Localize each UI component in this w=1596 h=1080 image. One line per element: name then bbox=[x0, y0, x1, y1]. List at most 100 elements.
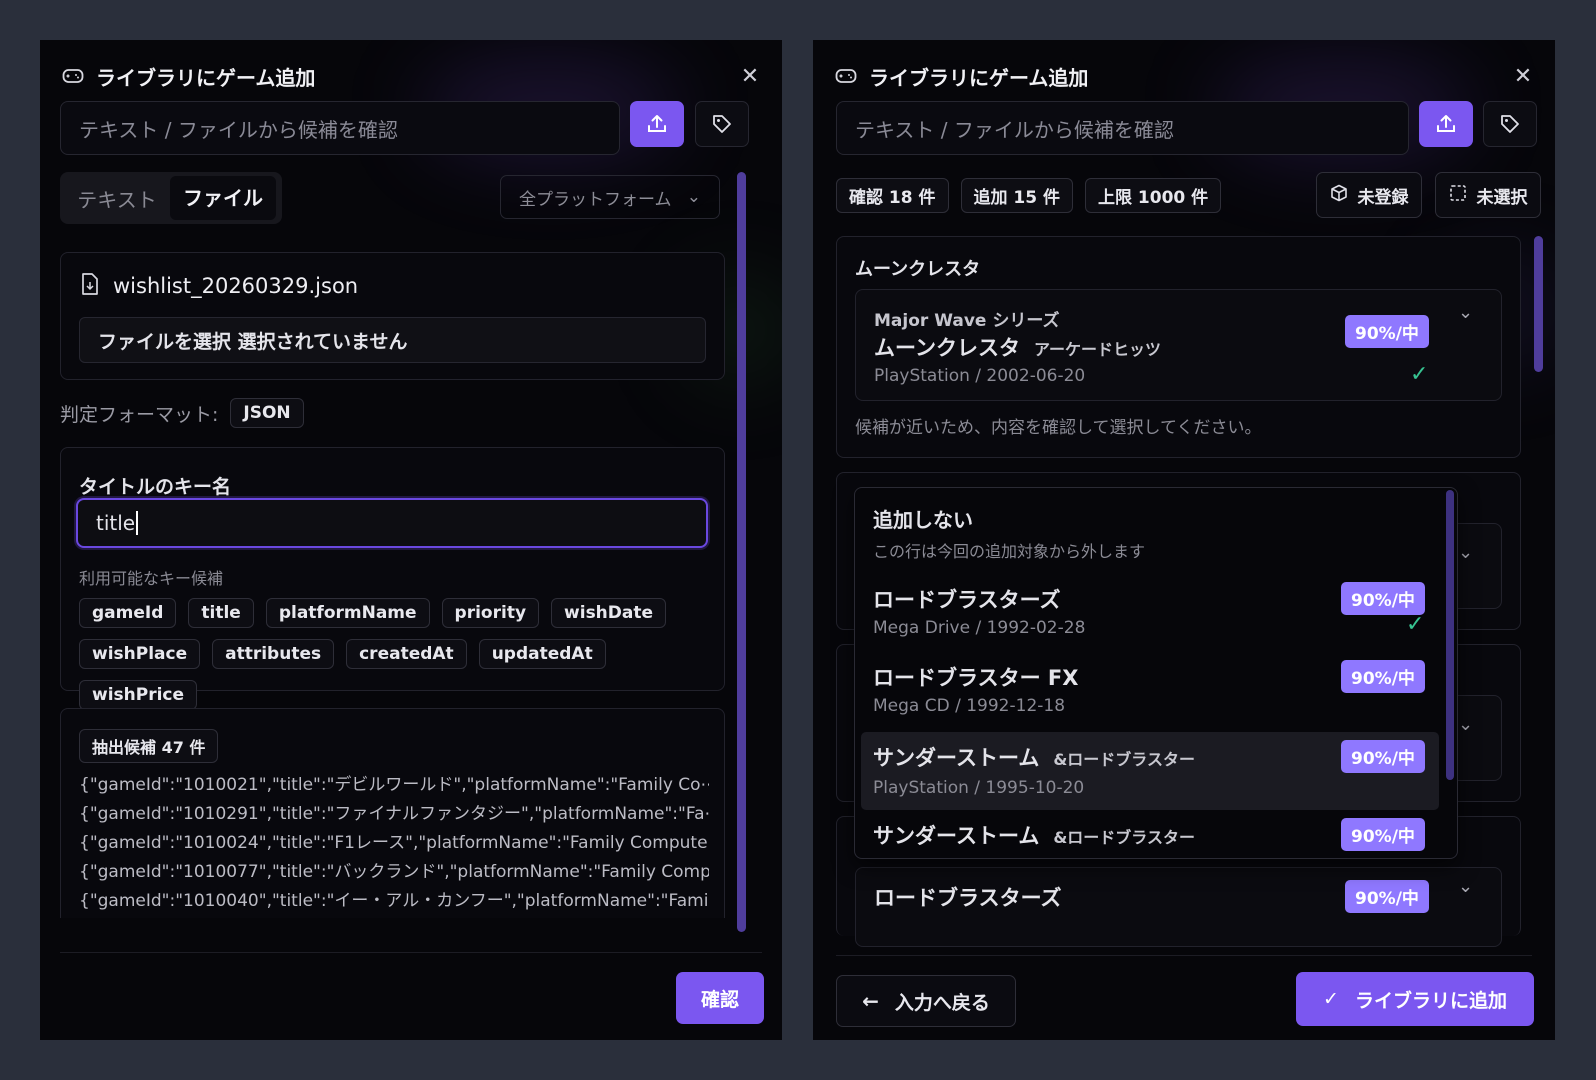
back-button-label: 入力へ戻る bbox=[894, 991, 990, 1014]
add-button-label: ライブラリに追加 bbox=[1354, 989, 1507, 1012]
option-name: ロードブラスターズ bbox=[873, 588, 1061, 612]
confidence-badge: 90%/中 bbox=[1341, 660, 1425, 693]
dropdown-option-highlighted[interactable]: サンダーストーム &ロードブラスター PlayStation / 1995-10… bbox=[861, 732, 1439, 810]
divider bbox=[836, 955, 1532, 956]
option-meta: Mega Drive / 1992-02-28 bbox=[873, 618, 1086, 638]
group-note: 候補が近いため、内容を確認して選択してください。 bbox=[855, 418, 1262, 438]
search-input[interactable]: テキスト / ファイルから候補を確認 bbox=[836, 101, 1409, 155]
confidence-badge: 90%/中 bbox=[1345, 880, 1429, 913]
key-chip[interactable]: attributes bbox=[212, 639, 335, 669]
file-icon bbox=[81, 273, 99, 299]
candidate-meta: PlayStation / 2002-06-20 bbox=[874, 366, 1086, 386]
gamepad-icon bbox=[62, 67, 84, 85]
dialog-title: ライブラリにゲーム追加 bbox=[869, 65, 1089, 90]
close-icon[interactable]: ✕ bbox=[1509, 64, 1537, 89]
chevron-down-icon: ⌄ bbox=[686, 187, 701, 207]
dropdown-option[interactable]: ロードブラスターズ Mega Drive / 1992-02-28 90%/中 … bbox=[861, 576, 1439, 654]
key-chip[interactable]: platformName bbox=[265, 598, 430, 628]
dialog-header: ライブラリにゲーム追加 ✕ bbox=[835, 58, 1537, 94]
search-input[interactable]: テキスト / ファイルから候補を確認 bbox=[60, 101, 620, 155]
dropdown-option[interactable]: ロードブラスター FX Mega CD / 1992-12-18 90%/中 bbox=[861, 654, 1439, 732]
add-game-dialog-left: ライブラリにゲーム追加 ✕ テキスト / ファイルから候補を確認 テキスト ファ… bbox=[40, 40, 782, 1040]
add-to-library-button[interactable]: ✓ ライブラリに追加 bbox=[1296, 972, 1534, 1026]
format-badge: JSON bbox=[230, 398, 304, 428]
filter-unregistered-label: 未登録 bbox=[1357, 187, 1409, 208]
candidate-name: ムーンクレスタ bbox=[874, 336, 1020, 360]
chevron-down-icon[interactable]: ⌄ bbox=[1458, 302, 1473, 323]
key-chip[interactable]: priority bbox=[441, 598, 540, 628]
key-chip[interactable]: title bbox=[188, 598, 254, 628]
dropdown-option-none[interactable]: 追加しない この行は今回の追加対象から外します bbox=[855, 488, 1445, 578]
chevron-down-icon[interactable]: ⌄ bbox=[1458, 714, 1473, 735]
tag-button[interactable] bbox=[695, 101, 749, 147]
option-subtitle: &ロードブラスター bbox=[1053, 828, 1195, 847]
file-input[interactable]: ファイルを選択 選択されていません bbox=[79, 317, 706, 363]
tab-file[interactable]: ファイル bbox=[170, 176, 276, 220]
confidence-badge: 90%/中 bbox=[1341, 818, 1425, 851]
key-label: タイトルのキー名 bbox=[79, 476, 232, 498]
format-row: 判定フォーマット: JSON bbox=[60, 398, 304, 428]
filter-unselected-button[interactable]: 未選択 bbox=[1435, 172, 1541, 218]
filter-unregistered-button[interactable]: 未登録 bbox=[1316, 172, 1422, 218]
platform-select[interactable]: 全プラットフォーム ⌄ bbox=[500, 175, 720, 219]
option-name: サンダーストーム bbox=[873, 824, 1040, 848]
key-chip[interactable]: createdAt bbox=[346, 639, 467, 669]
extract-card: 抽出候補 47 件 {"gameId":"1010021","title":"デ… bbox=[60, 708, 725, 918]
key-chip[interactable]: updatedAt bbox=[478, 639, 606, 669]
chevron-down-icon[interactable]: ⌄ bbox=[1458, 876, 1473, 897]
group-heading: ムーンクレスタ bbox=[855, 259, 981, 280]
extract-count-badge: 抽出候補 47 件 bbox=[79, 729, 219, 763]
dropdown-option[interactable]: サンダーストーム &ロードブラスター 90%/中 bbox=[861, 810, 1439, 858]
format-label: 判定フォーマット: bbox=[60, 403, 219, 426]
upload-icon bbox=[648, 115, 666, 132]
option-none-desc: この行は今回の追加対象から外します bbox=[873, 542, 1146, 561]
candidate-group: ムーンクレスタ Major Wave シリーズ ムーンクレスタ アーケードヒッツ… bbox=[836, 236, 1521, 458]
dialog-title: ライブラリにゲーム追加 bbox=[96, 65, 316, 90]
option-subtitle: &ロードブラスター bbox=[1053, 750, 1195, 769]
platform-select-value: 全プラットフォーム bbox=[519, 189, 672, 210]
confidence-badge: 90%/中 bbox=[1341, 582, 1425, 615]
confirm-button[interactable]: 確認 bbox=[676, 972, 764, 1024]
check-icon: ✓ bbox=[1323, 988, 1339, 1010]
divider bbox=[60, 952, 762, 953]
extract-line: {"gameId":"1010077","title":"バックランド","pl… bbox=[79, 862, 709, 882]
key-chip[interactable]: wishDate bbox=[551, 598, 667, 628]
key-chip[interactable]: wishPlace bbox=[79, 639, 201, 669]
tag-button[interactable] bbox=[1483, 101, 1537, 147]
back-button[interactable]: ← 入力へ戻る bbox=[836, 975, 1016, 1027]
tab-text[interactable]: テキスト bbox=[64, 184, 170, 213]
upload-button[interactable] bbox=[630, 101, 684, 147]
close-icon[interactable]: ✕ bbox=[736, 64, 764, 89]
filter-unselected-label: 未選択 bbox=[1476, 187, 1528, 208]
key-candidates-label: 利用可能なキー候補 bbox=[79, 569, 224, 588]
confidence-badge: 90%/中 bbox=[1345, 315, 1429, 348]
tag-icon bbox=[713, 115, 731, 133]
key-input-value: title bbox=[96, 511, 136, 535]
tag-icon bbox=[1501, 115, 1519, 133]
stat-limit: 上限 1000 件 bbox=[1085, 178, 1222, 213]
extract-line: {"gameId":"1010291","title":"ファイナルファンタジー… bbox=[79, 804, 709, 824]
key-card: タイトルのキー名 title 利用可能なキー候補 gameId title pl… bbox=[60, 447, 725, 710]
selected-candidate[interactable]: Major Wave シリーズ ムーンクレスタ アーケードヒッツ PlaySta… bbox=[855, 289, 1502, 401]
scrollbar[interactable] bbox=[737, 172, 746, 932]
candidate-series: Major Wave シリーズ bbox=[874, 311, 1060, 331]
dialog-header: ライブラリにゲーム追加 ✕ bbox=[62, 58, 764, 94]
option-name: サンダーストーム bbox=[873, 746, 1040, 770]
key-chip[interactable]: gameId bbox=[79, 598, 177, 628]
key-input[interactable]: title bbox=[76, 498, 708, 548]
option-none-title: 追加しない bbox=[873, 508, 973, 532]
upload-button[interactable] bbox=[1419, 101, 1473, 147]
confidence-badge: 90%/中 bbox=[1341, 740, 1425, 773]
option-name: ロードブラスター FX bbox=[873, 666, 1079, 690]
option-meta: Mega CD / 1992-12-18 bbox=[873, 696, 1066, 716]
extract-line: {"gameId":"1010024","title":"F1レース","pla… bbox=[79, 833, 709, 853]
scrollbar[interactable] bbox=[1534, 236, 1543, 372]
selected-candidate[interactable]: ロードブラスターズ 90%/中 ⌄ bbox=[855, 867, 1502, 947]
key-chip[interactable]: wishPrice bbox=[79, 680, 198, 710]
extract-line: {"gameId":"1010021","title":"デビルワールド","p… bbox=[79, 775, 709, 795]
candidate-dropdown: 追加しない この行は今回の追加対象から外します ロードブラスターズ Mega D… bbox=[854, 487, 1458, 859]
stat-confirm: 確認 18 件 bbox=[836, 178, 949, 213]
chevron-down-icon[interactable]: ⌄ bbox=[1458, 542, 1473, 563]
dropdown-scrollbar[interactable] bbox=[1446, 490, 1454, 780]
box-icon bbox=[1330, 184, 1348, 207]
